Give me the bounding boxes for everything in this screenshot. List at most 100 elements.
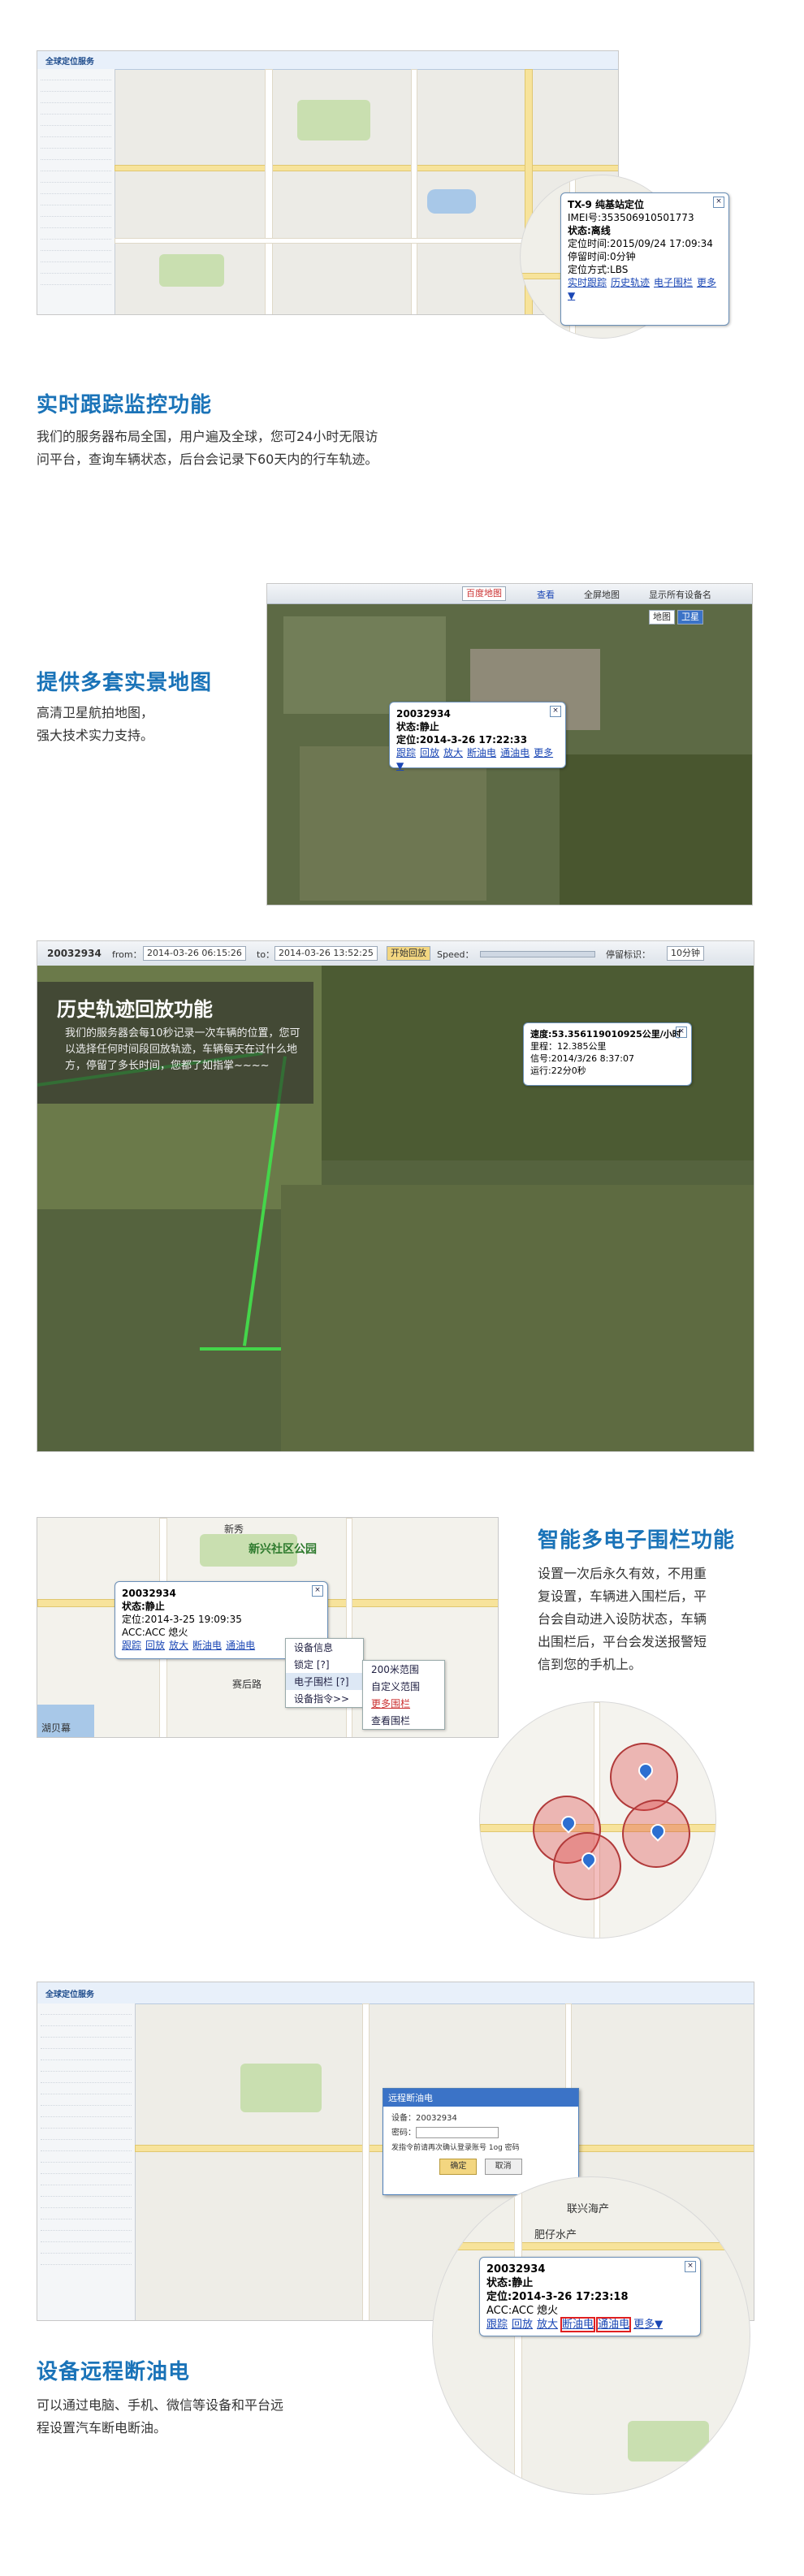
- section5-heading: 设备远程断油电: [37, 2360, 191, 2384]
- map-select[interactable]: 百度地图: [462, 586, 506, 601]
- close-icon[interactable]: ×: [550, 706, 561, 717]
- show-names-toggle[interactable]: 显示所有设备名: [649, 588, 711, 601]
- close-icon[interactable]: ×: [676, 1027, 687, 1038]
- section3-heading: 历史轨迹回放功能: [57, 998, 213, 1021]
- section1-heading: 实时跟踪监控功能: [37, 393, 213, 417]
- section5-desc: 可以通过电脑、手机、微信等设备和平台远 程设置汽车断电断油。: [37, 2394, 283, 2440]
- to-label: to：: [257, 949, 275, 960]
- popup-mileage: 里程：12.385公里: [530, 1041, 607, 1052]
- popup-status: 状态:静止: [122, 1601, 165, 1612]
- popup-title: TX-9 纯基站定位: [568, 199, 644, 210]
- ok-button[interactable]: 确定: [439, 2159, 478, 2175]
- menu-lock[interactable]: 锁定 [?]: [286, 1656, 363, 1673]
- menu-commands[interactable]: 设备指令>>: [286, 1690, 363, 1707]
- dialog-device-label: 设备：: [391, 2114, 416, 2123]
- popup-run: 运行:22分0秒: [530, 1065, 586, 1076]
- fullscreen-toggle[interactable]: 全屏地图: [584, 588, 620, 601]
- dialog: 远程断油电 设备：20032934 密码： 发指令前请再次确认登录账号 1og …: [383, 2088, 579, 2195]
- link-restore-oil[interactable]: 通油电: [226, 1640, 255, 1651]
- map-label: 新兴社区公园: [249, 1543, 317, 1556]
- popup-links: 跟踪 回放 放大 断油电 通油电 更多▼: [486, 2317, 694, 2332]
- playback-toolbar: 20032934 from： 2014-03-26 06:15:26 to： 2…: [37, 941, 754, 966]
- map-toolbar: 百度地图 查看 全屏地图 显示所有设备名: [267, 584, 752, 604]
- app-title: 全球定位服务: [45, 58, 94, 67]
- popup-links: 跟踪 回放 放大 断油电 通油电 更多▼: [396, 746, 559, 772]
- link-track[interactable]: 实时跟踪: [568, 277, 607, 288]
- view-link[interactable]: 查看: [537, 588, 555, 601]
- section1-desc-line2: 问平台，查询车辆状态，后台会记录下60天内的行车轨迹。: [37, 452, 378, 467]
- context-menu: 设备信息 锁定 [?] 电子围栏 [?] 设备指令>>: [285, 1638, 364, 1708]
- menu-more-fences[interactable]: 更多围栏: [363, 1695, 444, 1712]
- section5-desc-line2: 程设置汽车断电断油。: [37, 2420, 167, 2436]
- device-popup: × 20032934 状态:静止 定位:2014-3-26 17:23:18 A…: [479, 2257, 701, 2336]
- link-restore-oil[interactable]: 通油电: [596, 2317, 632, 2332]
- link-cut-oil[interactable]: 断油电: [192, 1640, 222, 1651]
- dialog-note: 发指令前请再次确认登录账号 1og 密码: [391, 2144, 520, 2152]
- popup-status: 状态:离线: [568, 225, 611, 236]
- menu-fence[interactable]: 电子围栏 [?]: [286, 1673, 363, 1690]
- play-button[interactable]: 开始回放: [387, 946, 430, 961]
- link-zoom[interactable]: 放大: [169, 1640, 188, 1651]
- map-label: 联兴海产: [567, 2203, 610, 2215]
- link-zoom[interactable]: 放大: [443, 747, 463, 759]
- fence-zoom-circle: [479, 1701, 716, 1938]
- map-type-satellite[interactable]: 卫星: [677, 610, 703, 625]
- close-icon[interactable]: ×: [312, 1585, 323, 1597]
- app-header: 全球定位服务: [37, 51, 618, 70]
- popup-loc: 定位:2014-3-25 19:09:35: [122, 1614, 242, 1625]
- dialog-device: 20032934: [416, 2114, 457, 2123]
- link-track[interactable]: 跟踪: [486, 2319, 508, 2331]
- speed-slider[interactable]: [480, 951, 595, 957]
- cancel-button[interactable]: 取消: [484, 2159, 522, 2175]
- speed-label: Speed：: [437, 949, 474, 960]
- stop-select[interactable]: 10分钟: [667, 946, 704, 961]
- section2-desc: 高清卫星航拍地图， 强大技术实力支持。: [37, 702, 153, 747]
- device-sidebar[interactable]: [37, 2003, 136, 2320]
- dialog-pwd-label: 密码：: [391, 2129, 416, 2137]
- password-input[interactable]: [416, 2127, 499, 2138]
- link-restore-oil[interactable]: 通油电: [500, 747, 530, 759]
- device-id: 20032934: [47, 948, 102, 959]
- menu-200m[interactable]: 200米范围: [363, 1661, 444, 1678]
- menu-device-info[interactable]: 设备信息: [286, 1639, 363, 1656]
- popup-imei: IMEI号:353506910501773: [568, 212, 694, 223]
- link-history[interactable]: 历史轨迹: [611, 277, 650, 288]
- popup-signal: 信号:2014/3/26 8:37:07: [530, 1053, 635, 1064]
- section3-desc: 我们的服务器会每10秒记录一次车辆的位置，您可以选择任何时间段回放轨迹，车辆每天…: [65, 1027, 300, 1072]
- device-popup: × TX-9 纯基站定位 IMEI号:353506910501773 状态:离线…: [560, 192, 729, 326]
- link-replay[interactable]: 回放: [145, 1640, 165, 1651]
- link-more[interactable]: 更多▼: [633, 2319, 663, 2331]
- link-cut-oil[interactable]: 断油电: [560, 2317, 596, 2332]
- link-replay[interactable]: 回放: [512, 2319, 533, 2331]
- link-track[interactable]: 跟踪: [396, 747, 416, 759]
- device-sidebar[interactable]: [37, 69, 115, 314]
- map-label: 新秀: [224, 1524, 244, 1535]
- section1-desc: 我们的服务器布局全国，用户遍及全球，您可24小时无限访 问平台，查询车辆状态，后…: [37, 426, 378, 471]
- close-icon[interactable]: ×: [713, 197, 724, 208]
- map-label: 赛后路: [232, 1679, 262, 1690]
- popup-title: 20032934: [486, 2263, 546, 2276]
- close-icon[interactable]: ×: [685, 2261, 696, 2272]
- popup-speed: 速度:53.356119010925公里/小时: [530, 1029, 681, 1039]
- menu-custom[interactable]: 自定义范围: [363, 1678, 444, 1695]
- stop-label: 停留标识：: [606, 949, 651, 960]
- menu-view-fence[interactable]: 查看围栏: [363, 1712, 444, 1729]
- from-label: from：: [112, 949, 142, 960]
- link-replay[interactable]: 回放: [420, 747, 439, 759]
- link-fence[interactable]: 电子围栏: [654, 277, 693, 288]
- playback-screenshot: 20032934 from： 2014-03-26 06:15:26 to： 2…: [37, 940, 754, 1452]
- fence-submenu: 200米范围 自定义范围 更多围栏 查看围栏: [362, 1660, 445, 1730]
- map-type-map[interactable]: 地图: [649, 610, 675, 625]
- speed-popup: × 速度:53.356119010925公里/小时 里程：12.385公里 信号…: [523, 1022, 692, 1086]
- popup-title: 20032934: [122, 1588, 176, 1599]
- popup-status: 状态:静止: [396, 721, 439, 733]
- device-popup: × 20032934 状态:静止 定位:2014-3-26 17:22:33 跟…: [389, 702, 566, 772]
- link-track[interactable]: 跟踪: [122, 1640, 141, 1651]
- to-input[interactable]: 2014-03-26 13:52:25: [274, 946, 378, 961]
- app-title: 全球定位服务: [45, 1990, 94, 1999]
- link-zoom[interactable]: 放大: [537, 2319, 558, 2331]
- section2-heading: 提供多套实景地图: [37, 671, 213, 695]
- from-input[interactable]: 2014-03-26 06:15:26: [143, 946, 246, 961]
- section4-desc-line: 出围栏后，平台会发送报警短: [538, 1634, 707, 1649]
- link-cut-oil[interactable]: 断油电: [467, 747, 496, 759]
